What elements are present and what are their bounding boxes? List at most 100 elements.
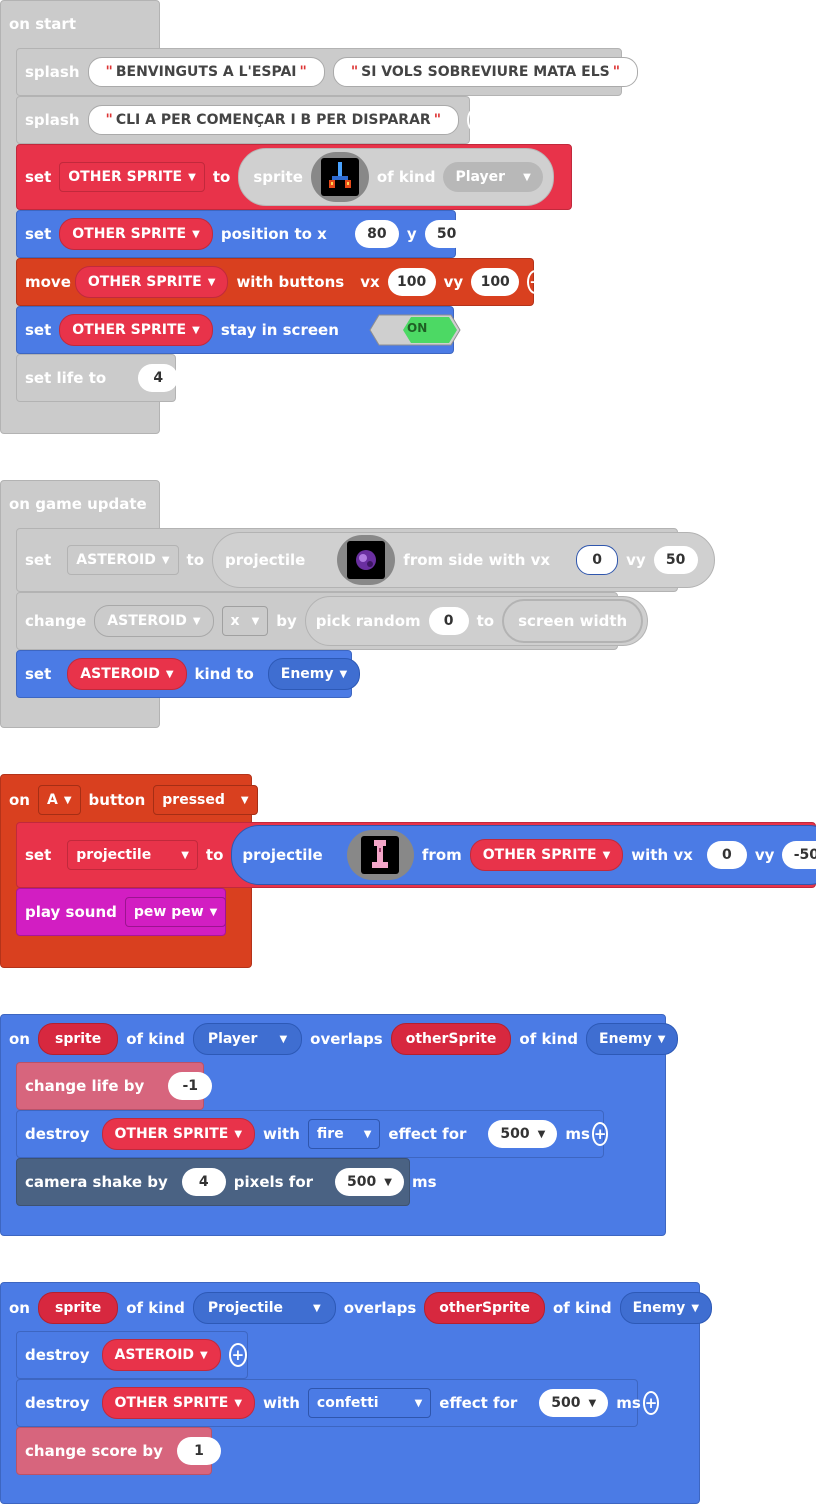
change-label: change — [25, 612, 87, 630]
splash-text-1[interactable]: " BENVINGUTS A L'ESPAI " — [87, 57, 325, 87]
variable-pill[interactable]: OTHER SPRITE ▼ — [101, 1118, 256, 1150]
set-life-block[interactable]: set life to 4 — [16, 354, 179, 402]
sound-dropdown[interactable]: pew pew ▼ — [124, 897, 227, 927]
kind-dropdown[interactable]: Projectile ▼ — [192, 1292, 336, 1324]
splash-block-1[interactable]: splash " BENVINGUTS A L'ESPAI " " SI VOLS S… — [16, 48, 663, 96]
change-life-block[interactable]: change life by -1 — [16, 1062, 213, 1110]
kind-dropdown[interactable]: Player ▼ — [192, 1023, 303, 1055]
set-label: set — [25, 225, 52, 243]
effect-dropdown[interactable]: fire ▼ — [307, 1119, 381, 1149]
camera-shake-block[interactable]: camera shake by 4 pixels for 500 ▼ ms — [16, 1158, 437, 1206]
kind-dropdown[interactable]: Player ▼ — [443, 162, 543, 192]
variable-dropdown[interactable]: projectile ▼ — [67, 840, 198, 870]
screen-width-capsule[interactable]: screen width — [502, 599, 644, 643]
chevron-down-icon: ▼ — [192, 615, 201, 627]
destroy-with-effect-block[interactable]: destroy OTHER SPRITE ▼ with fire ▼ effect … — [16, 1110, 609, 1158]
change-block[interactable]: change ASTEROID ▼ x ▼ by pick random 0 to … — [16, 592, 649, 650]
play-sound-block[interactable]: play sound pew pew ▼ — [16, 888, 227, 936]
duration-dropdown[interactable]: 500 ▼ — [539, 1389, 609, 1417]
vx-input[interactable]: 0 — [706, 841, 747, 869]
chevron-down-icon: ▼ — [234, 1128, 243, 1140]
set-projectile-from-block[interactable]: set projectile ▼ to projectile from OTHER… — [16, 822, 816, 888]
vy-input[interactable]: 50 — [653, 546, 698, 574]
sprite-variable[interactable]: sprite — [37, 1023, 119, 1055]
y-input[interactable]: 50 — [424, 220, 469, 248]
effect-for-label: effect for — [388, 1125, 467, 1143]
sprite-variable[interactable]: sprite — [37, 1292, 119, 1324]
asteroid-icon — [347, 541, 386, 579]
splash-text-3[interactable]: " CLI A PER COMENÇAR I B PER DISPARAR " — [87, 105, 459, 135]
from-label: from — [421, 846, 462, 864]
change-score-block[interactable]: change score by 1 — [16, 1427, 221, 1475]
set-sprite-block[interactable]: set OTHER SPRITE ▼ to sprite of kind Play… — [16, 144, 572, 210]
variable-pill[interactable]: ASTEROID ▼ — [94, 605, 214, 637]
duration-dropdown[interactable]: 500 ▼ — [335, 1168, 404, 1196]
projectile-capsule[interactable]: projectile from side with vx 0 vy 50 — [212, 532, 715, 588]
pick-random-capsule[interactable]: pick random 0 to screen width — [304, 596, 649, 646]
vy-input[interactable]: -50 — [782, 841, 816, 869]
stay-in-screen-block[interactable]: set OTHER SPRITE ▼ stay in screen ON — [16, 306, 461, 354]
vy-label: vy — [626, 551, 646, 569]
x-input[interactable]: 80 — [354, 220, 399, 248]
chevron-down-icon: ▼ — [63, 794, 72, 806]
projectile-from-capsule[interactable]: projectile from OTHER SPRITE ▼ with vx 0 … — [231, 825, 816, 885]
event-dropdown[interactable]: pressed ▼ — [153, 785, 258, 815]
set-projectile-block[interactable]: set ASTEROID ▼ to projectile from side wi… — [16, 528, 715, 592]
min-input[interactable]: 0 — [428, 607, 469, 635]
add-argument-icon[interactable]: + — [642, 1391, 660, 1415]
set-position-block[interactable]: set OTHER SPRITE ▼ position to x 80 y 50 — [16, 210, 469, 258]
add-argument-icon[interactable]: + — [527, 270, 544, 294]
add-argument-icon[interactable]: + — [466, 108, 484, 132]
sprite-image-picker[interactable] — [337, 535, 396, 585]
property-dropdown[interactable]: x ▼ — [221, 606, 269, 636]
y-label: y — [406, 225, 417, 243]
splash-block-2[interactable]: splash " CLI A PER COMENÇAR I B PER DISPA… — [16, 96, 484, 144]
score-change-input[interactable]: 1 — [176, 1437, 221, 1465]
vx-input[interactable]: 100 — [387, 268, 436, 296]
vy-input[interactable]: 100 — [471, 268, 520, 296]
splash-text-2[interactable]: " SI VOLS SOBREVIURE MATA ELS " — [332, 57, 638, 87]
add-argument-icon[interactable]: + — [591, 1122, 609, 1146]
destroy-asteroid-block[interactable]: destroy ASTEROID ▼ + — [16, 1331, 248, 1379]
of-kind-label: of kind — [552, 1299, 612, 1317]
sprite-image-picker[interactable] — [310, 152, 369, 202]
from-variable-pill[interactable]: OTHER SPRITE ▼ — [469, 839, 624, 871]
splash-label: splash — [25, 63, 80, 81]
add-argument-icon[interactable]: + — [646, 60, 663, 84]
overlaps-label: overlaps — [310, 1030, 383, 1048]
variable-pill[interactable]: ASTEROID ▼ — [67, 658, 187, 690]
set-kind-block[interactable]: set ASTEROID ▼ kind to Enemy ▼ — [16, 650, 361, 698]
other-sprite-variable[interactable]: otherSprite — [390, 1023, 512, 1055]
ms-label: ms — [565, 1125, 590, 1143]
sprite-of-kind-capsule[interactable]: sprite of kind Player ▼ — [238, 148, 554, 206]
destroy-confetti-block[interactable]: destroy OTHER SPRITE ▼ with confetti ▼ eff… — [16, 1379, 660, 1427]
variable-dropdown[interactable]: ASTEROID ▼ — [67, 545, 179, 575]
chevron-down-icon: ▼ — [192, 228, 200, 240]
from-side-label: from side with vx — [403, 551, 551, 569]
kind-dropdown[interactable]: Enemy ▼ — [267, 658, 361, 690]
duration-dropdown[interactable]: 500 ▼ — [488, 1120, 558, 1148]
life-change-input[interactable]: -1 — [168, 1072, 213, 1100]
variable-pill[interactable]: OTHER SPRITE ▼ — [74, 266, 229, 298]
life-input[interactable]: 4 — [138, 364, 179, 392]
sprite-image-picker[interactable] — [346, 830, 414, 880]
chevron-down-icon: ▼ — [414, 1397, 423, 1409]
other-sprite-variable[interactable]: otherSprite — [424, 1292, 545, 1324]
variable-pill[interactable]: OTHER SPRITE ▼ — [101, 1387, 256, 1419]
chevron-down-icon: ▼ — [537, 1128, 546, 1140]
effect-dropdown[interactable]: confetti ▼ — [307, 1388, 432, 1418]
variable-pill[interactable]: OTHER SPRITE ▼ — [59, 314, 213, 346]
add-argument-icon[interactable]: + — [228, 1343, 247, 1367]
chevron-down-icon: ▼ — [209, 906, 218, 918]
chevron-down-icon: ▼ — [313, 1302, 321, 1314]
shake-amount-input[interactable]: 4 — [181, 1168, 226, 1196]
button-dropdown[interactable]: A ▼ — [37, 785, 81, 815]
kind-dropdown[interactable]: Enemy ▼ — [619, 1292, 713, 1324]
kind-dropdown[interactable]: Enemy ▼ — [586, 1023, 679, 1055]
effect-for-label: effect for — [439, 1394, 518, 1412]
variable-pill[interactable]: OTHER SPRITE ▼ — [59, 218, 213, 250]
vx-input[interactable]: 0 — [576, 545, 619, 575]
variable-pill[interactable]: ASTEROID ▼ — [101, 1339, 221, 1371]
move-block[interactable]: move OTHER SPRITE ▼ with buttons vx 100 v… — [16, 258, 544, 306]
variable-dropdown[interactable]: OTHER SPRITE ▼ — [59, 162, 205, 192]
